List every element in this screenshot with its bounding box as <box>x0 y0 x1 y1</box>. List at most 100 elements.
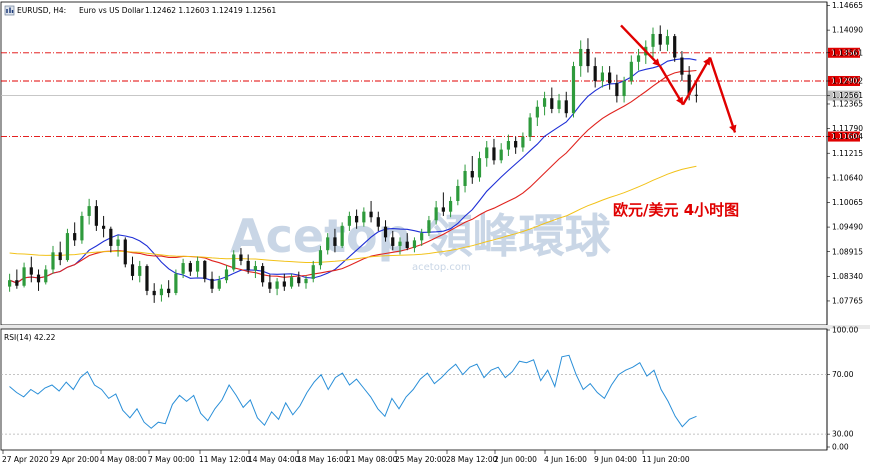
candle-body <box>36 274 41 283</box>
time-tick-label: 18 May 16:00 <box>297 455 349 464</box>
candle-body <box>362 211 366 223</box>
candle-body <box>651 33 655 47</box>
candle-body <box>420 233 424 241</box>
candle-body <box>448 200 453 212</box>
candle-body <box>608 72 612 84</box>
candle-body <box>571 66 576 114</box>
price-tick-label: 1.14090 <box>832 26 863 35</box>
candle-body <box>101 225 106 229</box>
candle-body <box>636 55 641 62</box>
candle-body <box>694 94 698 96</box>
candle-body <box>383 226 388 238</box>
candle-body <box>477 158 482 178</box>
candle-body <box>355 215 359 223</box>
time-tick-label: 25 May 20:00 <box>395 455 447 464</box>
candle-body <box>275 281 279 289</box>
candle-body <box>593 66 597 82</box>
candle-body <box>434 207 438 221</box>
rsi-tick-label: 70.00 <box>832 370 854 379</box>
price-tick-label: 1.13561 <box>832 48 863 57</box>
candle-body <box>564 100 568 114</box>
chart-header: EURUSD, H4: Euro vs US Dollar 1.12462 1.… <box>4 5 276 16</box>
candle-body <box>405 241 409 249</box>
time-tick-label: 2 Jun 00:00 <box>494 455 537 464</box>
symbol-description: Euro vs US Dollar <box>79 6 145 15</box>
candle-body <box>246 260 250 271</box>
panel-separator <box>0 325 870 329</box>
time-tick-label: 29 Apr 20:00 <box>50 455 99 464</box>
price-tick-label: 1.08340 <box>832 272 863 281</box>
candle-body <box>8 280 12 287</box>
candle-body <box>463 170 467 186</box>
candle-body <box>116 239 120 246</box>
candle-body <box>268 282 272 289</box>
candle-body <box>44 269 48 283</box>
candle-body <box>535 106 539 118</box>
time-tick-label: 28 May 12:00 <box>446 455 498 464</box>
candle-body <box>391 237 395 246</box>
candle-body <box>282 281 286 287</box>
candle-body <box>318 250 323 266</box>
candle-body <box>65 233 70 261</box>
candle-body <box>51 252 55 270</box>
candle-body <box>550 98 554 109</box>
candle-body <box>347 215 351 226</box>
candle-body <box>80 215 84 241</box>
rsi-tick-label: 0.00 <box>832 443 849 452</box>
candle-body <box>673 36 677 58</box>
candle-body <box>181 263 185 274</box>
time-tick-label: 11 Jun 20:00 <box>642 455 690 464</box>
candle-body <box>195 260 200 272</box>
time-tick-label: 9 Jun 04:00 <box>594 455 637 464</box>
candle-body <box>87 206 91 216</box>
candle-body <box>456 185 460 201</box>
time-tick-label: 4 Jun 16:00 <box>544 455 587 464</box>
candle-body <box>326 237 330 251</box>
price-tick-label: 1.09490 <box>832 223 863 232</box>
chart-annotation: 欧元/美元 4小时图 <box>613 201 739 219</box>
candle-body <box>304 278 308 284</box>
candle-body <box>506 141 511 150</box>
price-tick-label: 1.14665 <box>832 1 863 10</box>
candle-body <box>253 266 258 271</box>
candle-body <box>333 237 337 246</box>
candle-body <box>658 33 662 45</box>
price-tick-label: 1.12365 <box>832 100 863 109</box>
time-tick-label: 27 Apr 2020 <box>2 455 49 464</box>
candle-body <box>586 48 590 67</box>
candle-body <box>94 206 98 226</box>
candle-body <box>470 170 474 178</box>
candle-body <box>485 147 489 159</box>
candle-body <box>412 240 417 249</box>
candle-body <box>369 211 373 218</box>
candle-body <box>499 149 503 161</box>
candle-body <box>297 277 301 284</box>
candle-body <box>130 264 135 276</box>
candle-body <box>15 280 19 286</box>
candle-body <box>210 278 214 289</box>
candle-body <box>152 290 156 296</box>
rsi-tick-label: 30.00 <box>832 430 854 439</box>
time-tick-label: 4 May 08:00 <box>100 455 147 464</box>
watermark-url: acetop.com <box>412 262 471 273</box>
time-tick-label: 21 May 08:00 <box>346 455 398 464</box>
candle-body <box>217 280 221 289</box>
price-tick-label: 1.10065 <box>832 198 863 207</box>
candle-body <box>73 233 77 241</box>
candle-body <box>528 117 532 137</box>
chart-window: Acetop 領峰環球 acetop.com EURUSD, H4: Euro … <box>0 0 870 467</box>
rsi-title: RSI(14) 42.22 <box>4 333 56 342</box>
candle-body <box>340 225 344 246</box>
time-tick-label: 7 May 00:00 <box>148 455 195 464</box>
symbol-label: EURUSD, H4: <box>17 6 66 15</box>
candle-body <box>665 36 670 45</box>
rsi-tick-label: 100.00 <box>832 326 858 335</box>
candle-body <box>29 267 33 275</box>
candle-body <box>188 263 192 272</box>
candle-body <box>145 266 149 291</box>
candle-body <box>289 277 294 287</box>
price-tick-label: 1.10640 <box>832 173 863 182</box>
candle-body <box>557 100 561 109</box>
candle-body <box>224 269 229 281</box>
candle-body <box>680 57 684 75</box>
